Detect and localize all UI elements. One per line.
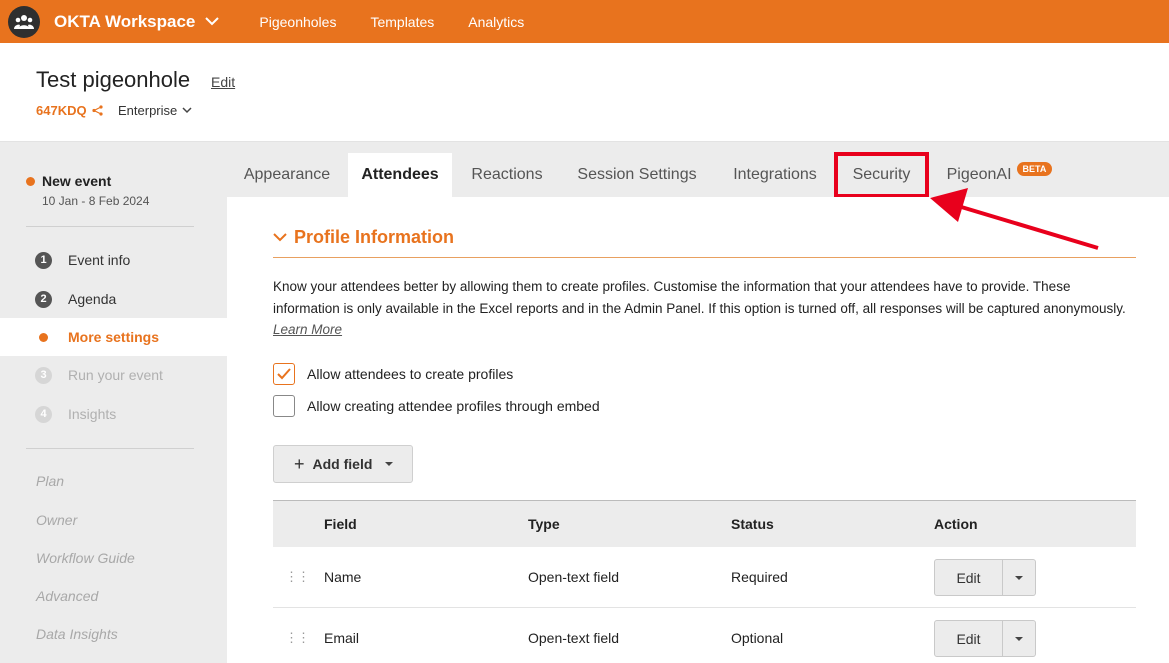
section-description: Know your attendees better by allowing t… [273, 276, 1133, 341]
table-header: Field Type Status Action [273, 500, 1136, 547]
step-number: 3 [35, 366, 52, 384]
sidebar-item-label: Event info [68, 252, 131, 268]
event-status-dot [26, 177, 35, 186]
sidebar: New event 10 Jan - 8 Feb 2024 1 Event in… [0, 142, 227, 663]
table-row: ⋮⋮ Name Open-text field Required Edit [273, 547, 1136, 608]
step-number: 4 [35, 405, 52, 423]
row-action-group: Edit [934, 620, 1036, 657]
tab-integrations[interactable]: Integrations [720, 153, 830, 197]
chevron-down-icon [182, 107, 192, 114]
add-field-button[interactable]: + Add field [273, 445, 413, 483]
tab-attendees[interactable]: Attendees [348, 153, 452, 197]
sidebar-link-owner[interactable]: Owner [36, 512, 77, 528]
workspace-name: OKTA Workspace [54, 11, 196, 31]
edit-button[interactable]: Edit [934, 559, 1003, 596]
column-header-type: Type [528, 516, 560, 532]
tab-reactions[interactable]: Reactions [459, 153, 555, 197]
beta-badge: BETA [1016, 162, 1053, 176]
step-number: 1 [35, 251, 52, 269]
plan-label: Enterprise [118, 103, 178, 118]
row-action-group: Edit [934, 559, 1036, 596]
table-row: ⋮⋮ Email Open-text field Optional Edit [273, 608, 1136, 663]
add-field-label: Add field [312, 456, 373, 472]
allow-profiles-checkbox[interactable] [273, 363, 295, 385]
sidebar-item-label: Agenda [68, 291, 117, 307]
page-header: Test pigeonhole Edit 647KDQ Enterprise [0, 43, 1169, 142]
page-title: Test pigeonhole [36, 67, 191, 92]
chevron-down-icon [273, 233, 287, 242]
sidebar-item-insights[interactable]: 4 Insights [0, 395, 227, 433]
divider [26, 448, 194, 449]
checkbox-label: Allow attendees to create profiles [307, 366, 514, 382]
tab-security[interactable]: Security [834, 152, 929, 198]
nav-analytics[interactable]: Analytics [468, 14, 524, 30]
sidebar-item-agenda[interactable]: 2 Agenda [0, 280, 227, 318]
column-header-action: Action [934, 516, 978, 532]
sidebar-item-label: Run your event [68, 367, 163, 383]
top-nav: Pigeonholes Templates Analytics [259, 14, 558, 30]
profile-information-toggle[interactable]: Profile Information [273, 227, 454, 248]
plus-icon: + [294, 453, 305, 474]
cell-field: Name [324, 569, 362, 585]
sidebar-item-run-your-event[interactable]: 3 Run your event [0, 356, 227, 394]
cell-type: Open-text field [528, 569, 620, 585]
sidebar-link-workflow-guide[interactable]: Workflow Guide [36, 550, 135, 566]
nav-templates[interactable]: Templates [370, 14, 434, 30]
caret-down-icon [1015, 636, 1023, 641]
allow-embed-profiles-checkbox[interactable] [273, 395, 295, 417]
event-dates: 10 Jan - 8 Feb 2024 [42, 194, 150, 208]
sidebar-link-data-insights[interactable]: Data Insights [36, 626, 118, 642]
active-dot-icon [39, 332, 48, 342]
cell-type: Open-text field [528, 630, 620, 646]
sidebar-link-advanced[interactable]: Advanced [36, 588, 98, 604]
cell-field: Email [324, 630, 360, 646]
fields-table: Field Type Status Action ⋮⋮ Name Open-te… [273, 500, 1136, 663]
event-name: New event [42, 173, 112, 189]
more-actions-button[interactable] [1003, 620, 1036, 657]
edit-title-link[interactable]: Edit [211, 74, 235, 90]
section-title: Profile Information [294, 227, 455, 247]
edit-button[interactable]: Edit [934, 620, 1003, 657]
allow-profiles-option: Allow attendees to create profiles [273, 363, 513, 385]
divider [26, 226, 194, 227]
workspace-switcher[interactable]: OKTA Workspace [54, 11, 220, 32]
sidebar-item-more-settings[interactable]: More settings [0, 318, 227, 356]
nav-pigeonholes[interactable]: Pigeonholes [259, 14, 336, 30]
top-bar: OKTA Workspace Pigeonholes Templates Ana… [0, 0, 1169, 43]
drag-handle-icon[interactable]: ⋮⋮ [285, 630, 310, 646]
column-header-field: Field [324, 516, 357, 532]
tab-session-settings[interactable]: Session Settings [563, 153, 711, 197]
learn-more-link[interactable]: Learn More [273, 322, 342, 337]
section-divider [273, 257, 1136, 258]
sidebar-item-label: More settings [68, 329, 160, 345]
drag-handle-icon[interactable]: ⋮⋮ [285, 569, 310, 585]
sidebar-item-event-info[interactable]: 1 Event info [0, 241, 227, 279]
column-header-status: Status [731, 516, 774, 532]
chevron-down-icon [205, 17, 220, 26]
checkmark-icon [277, 368, 291, 380]
sidebar-link-plan[interactable]: Plan [36, 473, 64, 489]
plan-selector[interactable]: Enterprise [118, 103, 192, 118]
main-content: Profile Information Know your attendees … [227, 197, 1169, 663]
caret-down-icon [385, 462, 394, 466]
more-actions-button[interactable] [1003, 559, 1036, 596]
caret-down-icon [1015, 575, 1023, 580]
description-text: Know your attendees better by allowing t… [273, 279, 1126, 316]
tab-label: PigeonAI [946, 166, 1012, 183]
cell-status: Optional [731, 630, 784, 646]
cell-status: Required [731, 569, 788, 585]
workspace-logo-icon[interactable] [8, 5, 40, 38]
share-icon [91, 105, 103, 116]
tab-appearance[interactable]: Appearance [231, 153, 343, 197]
checkbox-label: Allow creating attendee profiles through… [307, 398, 600, 414]
sidebar-item-label: Insights [68, 406, 117, 422]
event-code[interactable]: 647KDQ [36, 103, 103, 118]
event-code-label: 647KDQ [36, 103, 87, 118]
allow-embed-profiles-option: Allow creating attendee profiles through… [273, 395, 600, 417]
annotation-arrow-icon [930, 188, 1099, 250]
step-number: 2 [35, 290, 52, 308]
